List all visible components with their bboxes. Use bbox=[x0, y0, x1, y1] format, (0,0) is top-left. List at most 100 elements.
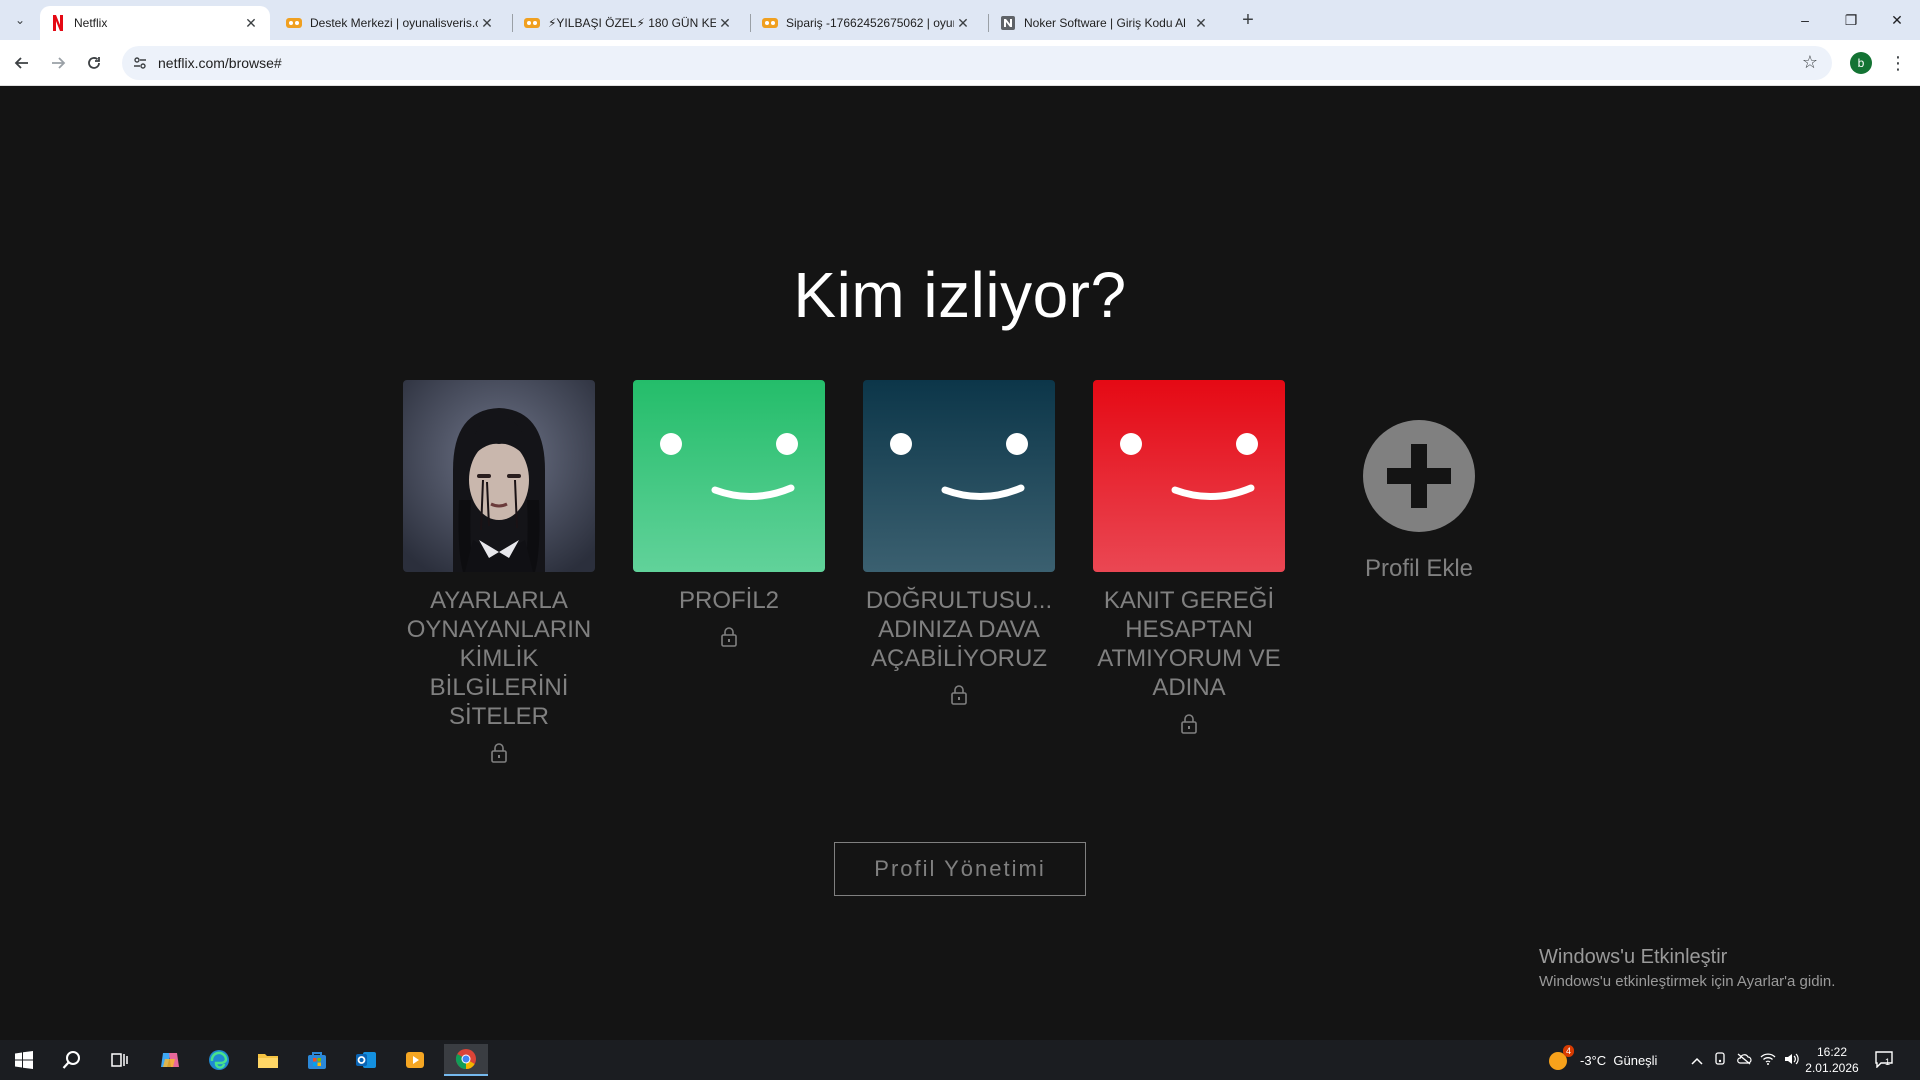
microsoft-store-button[interactable] bbox=[297, 1044, 337, 1076]
tab-yilbasi-ozel[interactable]: ⚡YILBAŞI ÖZEL⚡ 180 GÜN KES ✕ bbox=[514, 6, 744, 40]
profile-avatar-green-smile[interactable] bbox=[633, 380, 825, 572]
close-tab-icon[interactable]: ✕ bbox=[954, 14, 972, 32]
close-tab-icon[interactable]: ✕ bbox=[1192, 14, 1210, 32]
forward-button[interactable] bbox=[44, 50, 72, 76]
close-tab-icon[interactable]: ✕ bbox=[242, 14, 260, 32]
profile-card-1[interactable]: AYARLARLA OYNAYANLARIN KİMLİK BİLGİLERİN… bbox=[403, 380, 595, 763]
oyunalisveris-icon bbox=[762, 15, 778, 31]
reload-button[interactable] bbox=[80, 50, 108, 76]
tab-title: Noker Software | Giriş Kodu Al bbox=[1024, 16, 1186, 30]
clock-date: 2.01.2026 bbox=[1805, 1061, 1859, 1075]
plus-icon[interactable] bbox=[1363, 420, 1475, 532]
profile-card-3[interactable]: DOĞRULTUSU... ADINIZA DAVA AÇABİLİYORUZ bbox=[863, 380, 1055, 763]
reload-icon bbox=[88, 57, 100, 69]
minimize-button[interactable]: – bbox=[1782, 0, 1828, 40]
media-player-icon bbox=[406, 1052, 424, 1068]
profile-name: DOĞRULTUSU... ADINIZA DAVA AÇABİLİYORUZ bbox=[865, 587, 1053, 672]
arrow-right-icon bbox=[52, 57, 66, 69]
add-profile-label: Profil Ekle bbox=[1364, 555, 1474, 582]
tab-title: Destek Merkezi | oyunalisveris.c bbox=[310, 16, 478, 30]
notification-icon: 1 bbox=[1874, 1050, 1894, 1071]
netflix-icon bbox=[50, 15, 66, 31]
chrome-button[interactable] bbox=[444, 1044, 488, 1076]
add-profile-card[interactable]: Profil Ekle bbox=[1323, 380, 1515, 763]
windows-logo-icon bbox=[15, 1051, 33, 1069]
file-explorer-button[interactable] bbox=[248, 1044, 288, 1076]
activation-subtitle: Windows'u etkinleştirmek için Ayarlar'a … bbox=[1539, 973, 1836, 990]
close-tab-icon[interactable]: ✕ bbox=[478, 14, 496, 32]
store-icon bbox=[308, 1052, 326, 1069]
copilot-button[interactable] bbox=[150, 1044, 190, 1076]
tab-destek-merkezi[interactable]: Destek Merkezi | oyunalisveris.c ✕ bbox=[276, 6, 506, 40]
weather-widget[interactable]: 4 -3°C Güneşli bbox=[1548, 1040, 1657, 1080]
profile-card-2[interactable]: PROFİL2 bbox=[633, 380, 825, 763]
oyunalisveris-icon bbox=[524, 15, 540, 31]
profile-avatar-red-smile[interactable] bbox=[1093, 380, 1285, 572]
bookmark-star-icon[interactable]: ☆ bbox=[1802, 52, 1818, 73]
task-view-button[interactable] bbox=[100, 1044, 140, 1076]
arrow-left-icon bbox=[14, 57, 28, 69]
browser-toolbar: netflix.com/browse# ☆ b ⋮ bbox=[0, 40, 1920, 86]
search-icon bbox=[62, 1051, 80, 1069]
profile-name: AYARLARLA OYNAYANLARIN KİMLİK BİLGİLERİN… bbox=[406, 587, 592, 730]
profile-avatar-teal-smile[interactable] bbox=[863, 380, 1055, 572]
weather-sun-icon: 4 bbox=[1548, 1045, 1574, 1071]
tab-separator bbox=[750, 14, 751, 32]
edge-button[interactable] bbox=[199, 1044, 239, 1076]
lock-icon bbox=[951, 685, 967, 705]
copilot-icon bbox=[161, 1053, 179, 1067]
profile-avatar-photo[interactable] bbox=[403, 380, 595, 572]
lock-icon bbox=[721, 627, 737, 647]
tab-title: Netflix bbox=[74, 16, 108, 30]
folder-icon bbox=[258, 1054, 278, 1068]
browser-profile-avatar[interactable]: b bbox=[1850, 52, 1872, 74]
weather-text: -3°C Güneşli bbox=[1580, 1052, 1658, 1068]
start-button[interactable] bbox=[4, 1044, 44, 1076]
clock[interactable]: 16:22 2.01.2026 bbox=[1800, 1044, 1864, 1076]
tab-separator bbox=[988, 14, 989, 32]
outlook-icon bbox=[356, 1052, 376, 1068]
outlook-button[interactable] bbox=[346, 1044, 386, 1076]
clock-time: 16:22 bbox=[1816, 1045, 1848, 1059]
wifi-icon[interactable] bbox=[1756, 1052, 1780, 1068]
browser-menu-button[interactable]: ⋮ bbox=[1884, 50, 1912, 76]
address-bar[interactable]: netflix.com/browse# ☆ bbox=[122, 46, 1832, 80]
site-info-icon[interactable] bbox=[130, 53, 150, 73]
weather-badge: 4 bbox=[1562, 1045, 1574, 1057]
search-button[interactable] bbox=[52, 1044, 92, 1076]
notification-count: 1 bbox=[1885, 1056, 1891, 1067]
lock-icon bbox=[491, 743, 507, 763]
tab-search-button[interactable]: ⌄ bbox=[8, 8, 32, 32]
system-tray bbox=[1686, 1040, 1804, 1080]
meet-now-icon[interactable] bbox=[1708, 1051, 1732, 1069]
windows-activation-watermark: Windows'u Etkinleştir Windows'u etkinleş… bbox=[1539, 946, 1835, 990]
windows-taskbar: 4 -3°C Güneşli 16:22 2.01.2026 1 bbox=[0, 1040, 1920, 1080]
tab-noker-software[interactable]: Noker Software | Giriş Kodu Al ✕ bbox=[990, 6, 1220, 40]
chrome-icon bbox=[455, 1049, 476, 1070]
close-tab-icon[interactable]: ✕ bbox=[716, 14, 734, 32]
media-player-button[interactable] bbox=[395, 1044, 435, 1076]
tab-siparis[interactable]: Sipariş -17662452675062 | oyun ✕ bbox=[752, 6, 982, 40]
task-view-icon bbox=[111, 1053, 128, 1067]
back-button[interactable] bbox=[8, 50, 36, 76]
new-tab-button[interactable]: + bbox=[1234, 8, 1262, 32]
chevron-up-icon[interactable] bbox=[1686, 1053, 1708, 1068]
close-window-button[interactable]: ✕ bbox=[1874, 0, 1920, 40]
profile-name: PROFİL2 bbox=[678, 587, 780, 614]
tab-title: ⚡YILBAŞI ÖZEL⚡ 180 GÜN KES bbox=[548, 16, 716, 30]
restore-button[interactable]: ❐ bbox=[1828, 0, 1874, 40]
tab-netflix[interactable]: Netflix ✕ bbox=[40, 6, 270, 40]
page-title: Kim izliyor? bbox=[793, 259, 1127, 331]
profile-card-4[interactable]: KANIT GEREĞİ HESAPTAN ATMIYORUM VE ADINA bbox=[1093, 380, 1285, 763]
profile-list: AYARLARLA OYNAYANLARIN KİMLİK BİLGİLERİN… bbox=[403, 380, 1515, 763]
browser-tabstrip: ⌄ Netflix ✕ Destek Merkezi | oyunalisver… bbox=[0, 0, 1920, 40]
url-text: netflix.com/browse# bbox=[158, 55, 282, 71]
tab-separator bbox=[512, 14, 513, 32]
cloud-off-icon[interactable] bbox=[1732, 1053, 1756, 1068]
netflix-profile-gate: Kim izliyor? AYARLARLA OYNAYANLARIN KİML… bbox=[0, 86, 1920, 1040]
notification-center-button[interactable]: 1 bbox=[1874, 1040, 1894, 1080]
profile-name: KANIT GEREĞİ HESAPTAN ATMIYORUM VE ADINA bbox=[1097, 587, 1281, 701]
lock-icon bbox=[1181, 714, 1197, 734]
edge-icon bbox=[209, 1050, 229, 1070]
manage-profiles-button[interactable]: Profil Yönetimi bbox=[834, 842, 1086, 896]
